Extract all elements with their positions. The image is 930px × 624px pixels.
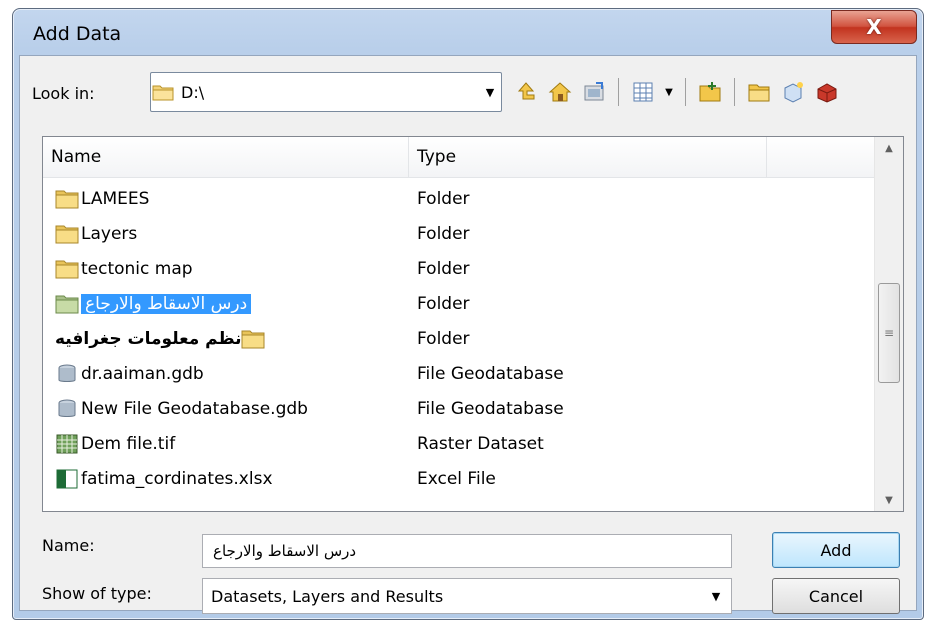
list-item[interactable]: Dem file.tif Raster Dataset [43, 426, 875, 461]
column-header-name[interactable]: Name [43, 137, 409, 177]
list-rows: LAMEES Folder Layers Folder tectonic map [43, 181, 875, 496]
view-list-icon[interactable] [629, 78, 657, 106]
column-header-type[interactable]: Type [409, 137, 767, 177]
name-input-box[interactable] [202, 534, 732, 568]
show-of-type-label: Show of type: [42, 584, 152, 603]
item-type: Folder [417, 188, 470, 209]
scroll-up-icon[interactable]: ▲ [875, 137, 903, 159]
toolbar-separator [618, 78, 619, 106]
folder-icon [55, 223, 79, 245]
folder-icon [55, 293, 79, 315]
folder-icon[interactable] [745, 78, 773, 106]
folder-icon [151, 81, 175, 103]
folder-icon [55, 258, 79, 280]
list-item[interactable]: نظم معلومات جغرافيه Folder [43, 321, 875, 356]
list-item-selected[interactable]: درس الاسقاط والارجاع Folder [43, 286, 875, 321]
scroll-thumb[interactable]: ≡ [878, 283, 900, 383]
chevron-down-icon[interactable]: ▼ [479, 73, 501, 111]
new-item-icon[interactable] [779, 78, 807, 106]
geodatabase-icon [55, 363, 79, 385]
toolbox-icon[interactable] [813, 78, 841, 106]
folder-icon [241, 328, 265, 350]
list-item[interactable]: dr.aaiman.gdb File Geodatabase [43, 356, 875, 391]
home-icon[interactable] [546, 78, 574, 106]
show-of-type-dropdown[interactable]: Datasets, Layers and Results ▼ [202, 578, 732, 614]
item-name: fatima_cordinates.xlsx [81, 468, 273, 489]
look-in-label: Look in: [32, 84, 95, 103]
scroll-down-icon[interactable]: ▼ [875, 489, 903, 511]
show-of-type-value: Datasets, Layers and Results [211, 586, 444, 606]
list-item[interactable]: fatima_cordinates.xlsx Excel File [43, 461, 875, 496]
item-type: Folder [417, 328, 470, 349]
toolbar-separator [734, 78, 735, 106]
view-dropdown-icon[interactable]: ▼ [663, 87, 675, 98]
item-name: New File Geodatabase.gdb [81, 398, 308, 419]
add-data-dialog: Add Data X Look in: D:\ ▼ ▼ Name Type LA… [12, 8, 924, 620]
file-list[interactable]: Name Type LAMEES Folder Layers Folder te… [42, 136, 904, 512]
item-name: tectonic map [81, 258, 193, 279]
list-item[interactable]: tectonic map Folder [43, 251, 875, 286]
column-header-empty [767, 137, 875, 177]
item-name: Dem file.tif [81, 433, 176, 454]
item-name: درس الاسقاط والارجاع [81, 293, 252, 314]
toolbar-separator [685, 78, 686, 106]
name-input[interactable] [203, 541, 731, 561]
item-name: dr.aaiman.gdb [81, 363, 204, 384]
look-in-dropdown[interactable]: D:\ ▼ [150, 72, 502, 112]
toolbar: ▼ [512, 78, 841, 106]
item-type: Folder [417, 258, 470, 279]
list-header: Name Type [43, 137, 875, 178]
item-type: Raster Dataset [417, 433, 544, 454]
item-name: نظم معلومات جغرافيه [55, 328, 242, 349]
excel-icon [55, 468, 79, 490]
item-name: LAMEES [81, 188, 150, 209]
dialog-body: Look in: D:\ ▼ ▼ Name Type LAMEES Folder… [19, 55, 917, 614]
new-folder-icon[interactable] [696, 78, 724, 106]
close-button[interactable]: X [831, 10, 917, 44]
item-type: Folder [417, 293, 470, 314]
add-button[interactable]: Add [772, 532, 900, 568]
item-type: File Geodatabase [417, 398, 564, 419]
list-item[interactable]: New File Geodatabase.gdb File Geodatabas… [43, 391, 875, 426]
item-type: Excel File [417, 468, 496, 489]
dialog-title: Add Data [33, 23, 122, 45]
raster-icon [55, 433, 79, 455]
close-icon: X [866, 15, 882, 39]
connect-folder-icon[interactable] [580, 78, 608, 106]
geodatabase-icon [55, 398, 79, 420]
look-in-value: D:\ [181, 82, 205, 102]
vertical-scrollbar[interactable]: ▲ ≡ ▼ [874, 137, 903, 511]
name-label: Name: [42, 536, 95, 555]
list-item[interactable]: Layers Folder [43, 216, 875, 251]
chevron-down-icon[interactable]: ▼ [701, 579, 731, 613]
list-item[interactable]: LAMEES Folder [43, 181, 875, 216]
up-one-level-icon[interactable] [512, 78, 540, 106]
folder-icon [55, 188, 79, 210]
cancel-button[interactable]: Cancel [772, 578, 900, 614]
item-name: Layers [81, 223, 138, 244]
item-type: Folder [417, 223, 470, 244]
item-type: File Geodatabase [417, 363, 564, 384]
